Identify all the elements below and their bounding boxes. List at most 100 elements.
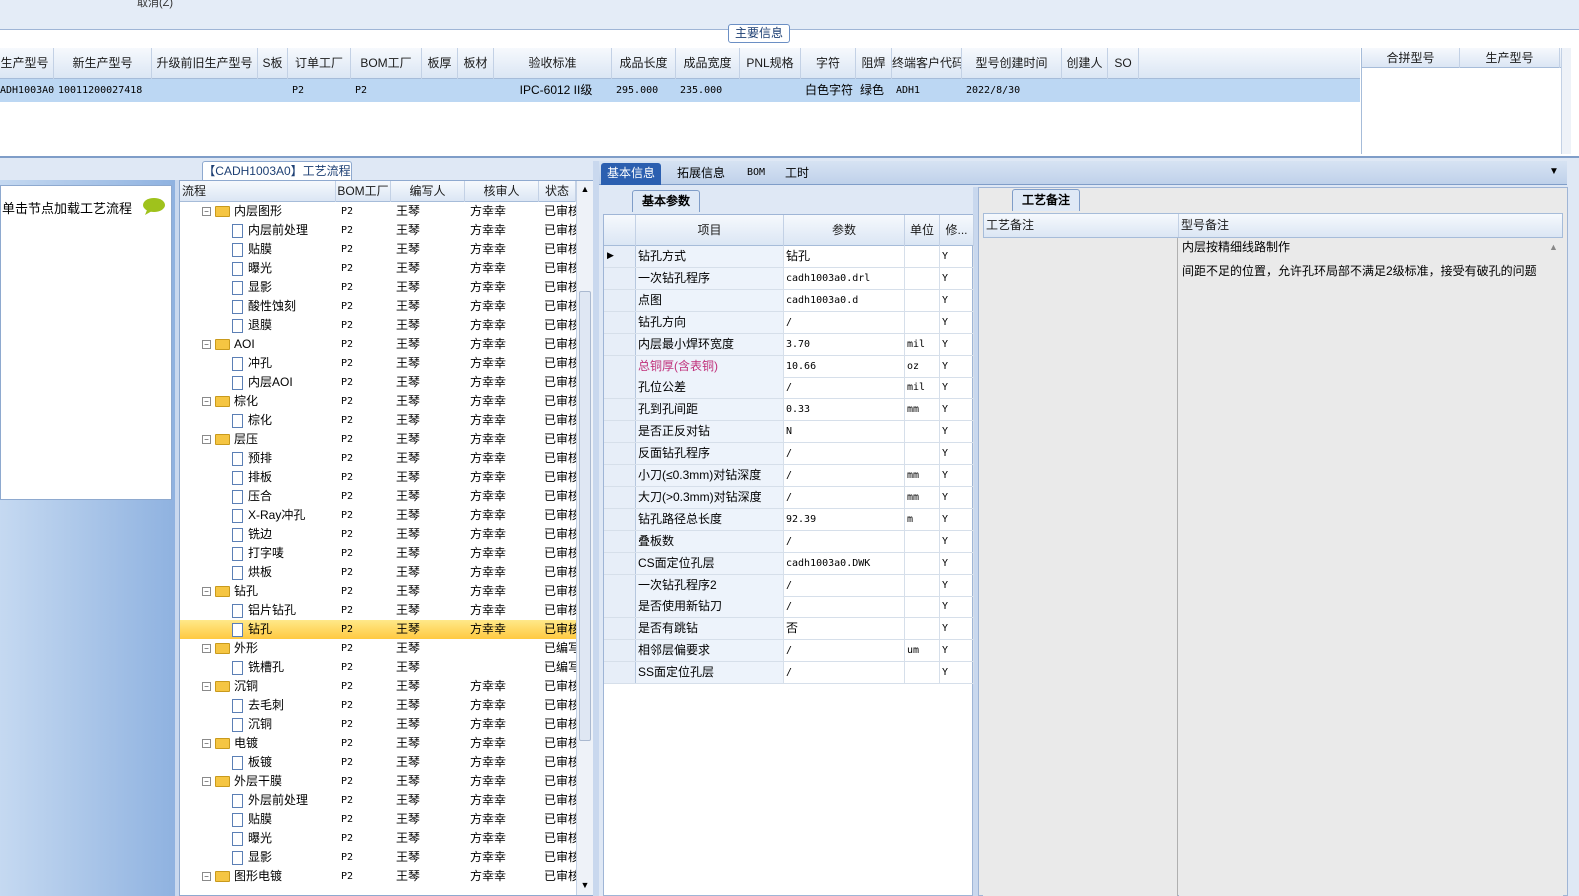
tree-col-writer[interactable]: 编写人 bbox=[391, 181, 465, 202]
collapse-icon[interactable]: − bbox=[202, 644, 211, 654]
collapse-icon[interactable]: − bbox=[202, 340, 211, 350]
param-value[interactable]: cadh1003a0.DWK bbox=[784, 552, 905, 574]
merge-col-header[interactable]: 合拼型号 bbox=[1362, 48, 1460, 68]
main-col-header[interactable]: 板厚 bbox=[422, 48, 458, 79]
main-col-header[interactable]: S板 bbox=[258, 48, 288, 79]
param-value[interactable]: / bbox=[784, 640, 905, 662]
tree-folder-node[interactable]: − 电镀 P2 王琴 方幸幸 已审核 bbox=[180, 734, 576, 753]
tab-bom[interactable]: BOM bbox=[741, 163, 771, 185]
row-indicator[interactable] bbox=[604, 267, 636, 289]
param-value[interactable]: 钻孔 bbox=[784, 246, 905, 267]
row-indicator[interactable] bbox=[604, 465, 636, 486]
main-col-header[interactable]: SO bbox=[1108, 48, 1139, 79]
collapse-icon[interactable]: − bbox=[202, 682, 211, 692]
param-row[interactable]: CS面定位孔层 cadh1003a0.DWK Y bbox=[604, 552, 974, 575]
param-value[interactable]: 0.33 bbox=[784, 399, 905, 421]
tree-folder-node[interactable]: − 棕化 P2 王琴 方幸幸 已审核 bbox=[180, 392, 576, 411]
param-row[interactable]: 是否有跳钻否 Y bbox=[604, 618, 974, 641]
param-row[interactable]: 总铜厚(含表铜) 10.66 oz Y bbox=[604, 355, 974, 378]
tree-leaf-node[interactable]: 内层前处理 P2 王琴 方幸幸 已审核 bbox=[180, 221, 576, 240]
row-indicator[interactable] bbox=[604, 662, 636, 684]
params-col-mod[interactable]: 修... bbox=[940, 215, 974, 246]
main-col-header[interactable]: 终端客户代码 bbox=[892, 48, 962, 79]
tree-leaf-node[interactable]: 曝光 P2 王琴 方幸幸 已审核 bbox=[180, 259, 576, 278]
param-value[interactable]: / bbox=[784, 486, 905, 508]
tree-scroll-thumb[interactable] bbox=[579, 291, 591, 741]
param-row[interactable]: 钻孔方向 / Y bbox=[604, 311, 974, 334]
param-row[interactable]: ▶ 钻孔方式 钻孔 Y bbox=[604, 246, 974, 268]
notes-scroll-up-icon[interactable]: ▲ bbox=[1549, 242, 1558, 252]
main-col-header[interactable]: 订单工厂 bbox=[288, 48, 351, 79]
params-grid[interactable]: 项目 参数 单位 修... ▶ 钻孔方式 钻孔 Y 一次钻孔程序 cadh1003a0.d… bbox=[603, 214, 974, 896]
row-indicator[interactable]: ▶ bbox=[604, 246, 636, 267]
left-splitter[interactable] bbox=[175, 180, 179, 896]
tree-leaf-node[interactable]: 退膜 P2 王琴 方幸幸 已审核 bbox=[180, 316, 576, 335]
param-row[interactable]: 小刀(≤0.3mm)对钻深度 / mm Y bbox=[604, 465, 974, 487]
row-indicator[interactable] bbox=[604, 574, 636, 596]
tree-folder-node[interactable]: − 钻孔 P2 王琴 方幸幸 已审核 bbox=[180, 582, 576, 601]
tree-leaf-node[interactable]: 铣边 P2 王琴 方幸幸 已审核 bbox=[180, 525, 576, 544]
param-row[interactable]: 点图 cadh1003a0.d Y bbox=[604, 289, 974, 312]
param-row[interactable]: 相邻层偏要求 / um Y bbox=[604, 640, 974, 663]
collapse-icon[interactable]: − bbox=[202, 872, 211, 882]
tree-leaf-node[interactable]: 去毛刺 P2 王琴 方幸幸 已审核 bbox=[180, 696, 576, 715]
model-notes-area[interactable]: 内层按精细线路制作 间距不足的位置，允许孔环局部不满足2级标准，接受有破孔的问题… bbox=[1179, 238, 1563, 896]
tab-work-hours[interactable]: 工时 bbox=[779, 163, 815, 185]
tree-folder-node[interactable]: − 外层干膜 P2 王琴 方幸幸 已审核 bbox=[180, 772, 576, 791]
param-value[interactable]: cadh1003a0.d bbox=[784, 289, 905, 311]
main-col-header[interactable]: PNL规格 bbox=[740, 48, 801, 79]
param-row[interactable]: 一次钻孔程序 cadh1003a0.drl Y bbox=[604, 267, 974, 290]
tree-folder-node[interactable]: − 内层图形 P2 王琴 方幸幸 已审核 bbox=[180, 202, 576, 221]
tree-folder-node[interactable]: − AOI P2 王琴 方幸幸 已审核 bbox=[180, 335, 576, 354]
params-col-unit[interactable]: 单位 bbox=[905, 215, 940, 246]
tree-leaf-node[interactable]: 铣槽孔 P2 王琴 已编写 bbox=[180, 658, 576, 677]
param-value[interactable]: cadh1003a0.drl bbox=[784, 267, 905, 289]
main-scrollbar[interactable] bbox=[1561, 48, 1571, 154]
param-value[interactable]: / bbox=[784, 443, 905, 465]
tree-leaf-node[interactable]: 内层AOI P2 王琴 方幸幸 已审核 bbox=[180, 373, 576, 392]
param-row[interactable]: 孔位公差 / mil Y bbox=[604, 377, 974, 400]
main-col-header[interactable]: 板材 bbox=[458, 48, 494, 79]
param-row[interactable]: 钻孔路径总长度 92.39 m Y bbox=[604, 508, 974, 531]
row-indicator[interactable] bbox=[604, 486, 636, 508]
scroll-up-icon[interactable]: ▲ bbox=[580, 184, 590, 194]
main-col-header[interactable]: 创建人 bbox=[1062, 48, 1108, 79]
collapse-icon[interactable]: − bbox=[202, 587, 211, 597]
params-tab[interactable]: 基本参数 bbox=[632, 190, 700, 212]
param-value[interactable]: / bbox=[784, 311, 905, 333]
param-value[interactable]: N bbox=[784, 421, 905, 443]
row-indicator[interactable] bbox=[604, 618, 636, 640]
tree-leaf-node[interactable]: 贴膜 P2 王琴 方幸幸 已审核 bbox=[180, 240, 576, 259]
row-indicator[interactable] bbox=[604, 333, 636, 355]
tree-leaf-node[interactable]: 曝光 P2 王琴 方幸幸 已审核 bbox=[180, 829, 576, 848]
param-row[interactable]: 一次钻孔程序2/ Y bbox=[604, 574, 974, 597]
row-indicator[interactable] bbox=[604, 289, 636, 311]
tree-col-bom[interactable]: BOM工厂 bbox=[336, 181, 391, 202]
main-col-header[interactable]: 型号创建时间 bbox=[962, 48, 1062, 79]
row-indicator[interactable] bbox=[604, 508, 636, 530]
param-value[interactable]: / bbox=[784, 596, 905, 618]
param-value[interactable]: 3.70 bbox=[784, 333, 905, 355]
cancel-button[interactable]: 取消(Z) bbox=[137, 0, 173, 10]
comment-icon[interactable] bbox=[142, 197, 166, 215]
flow-tab-title[interactable]: 【CADH1003A0】工艺流程 bbox=[202, 161, 352, 180]
main-col-header[interactable]: 升级前旧生产型号 bbox=[152, 48, 258, 79]
params-col-value[interactable]: 参数 bbox=[784, 215, 905, 246]
param-value[interactable]: 10.66 bbox=[784, 355, 905, 377]
param-value[interactable]: / bbox=[784, 574, 905, 596]
main-col-header[interactable]: 验收标准 bbox=[494, 48, 612, 79]
main-col-header[interactable]: BOM工厂 bbox=[351, 48, 422, 79]
tree-scrollbar[interactable]: ▲ ▼ bbox=[576, 181, 593, 895]
tree-leaf-node[interactable]: 棕化 P2 王琴 方幸幸 已审核 bbox=[180, 411, 576, 430]
row-indicator[interactable] bbox=[604, 311, 636, 333]
main-col-header[interactable]: 成品宽度 bbox=[676, 48, 740, 79]
param-row[interactable]: 孔到孔间距 0.33 mm Y bbox=[604, 399, 974, 422]
collapse-icon[interactable]: − bbox=[202, 207, 211, 217]
tree-folder-node[interactable]: − 外形 P2 王琴 已编写 bbox=[180, 639, 576, 658]
tree-leaf-node[interactable]: 铝片钻孔 P2 王琴 方幸幸 已审核 bbox=[180, 601, 576, 620]
tree-leaf-node[interactable]: 沉铜 P2 王琴 方幸幸 已审核 bbox=[180, 715, 576, 734]
tree-leaf-node[interactable]: 预排 P2 王琴 方幸幸 已审核 bbox=[180, 449, 576, 468]
tree-col-flow[interactable]: 流程 bbox=[180, 181, 336, 202]
main-info-row[interactable]: ADH1003A0 10011200027418 P2 P2 IPC-6012 II级 2… bbox=[0, 79, 1360, 102]
tabs-dropdown-icon[interactable]: ▼ bbox=[1549, 166, 1559, 177]
